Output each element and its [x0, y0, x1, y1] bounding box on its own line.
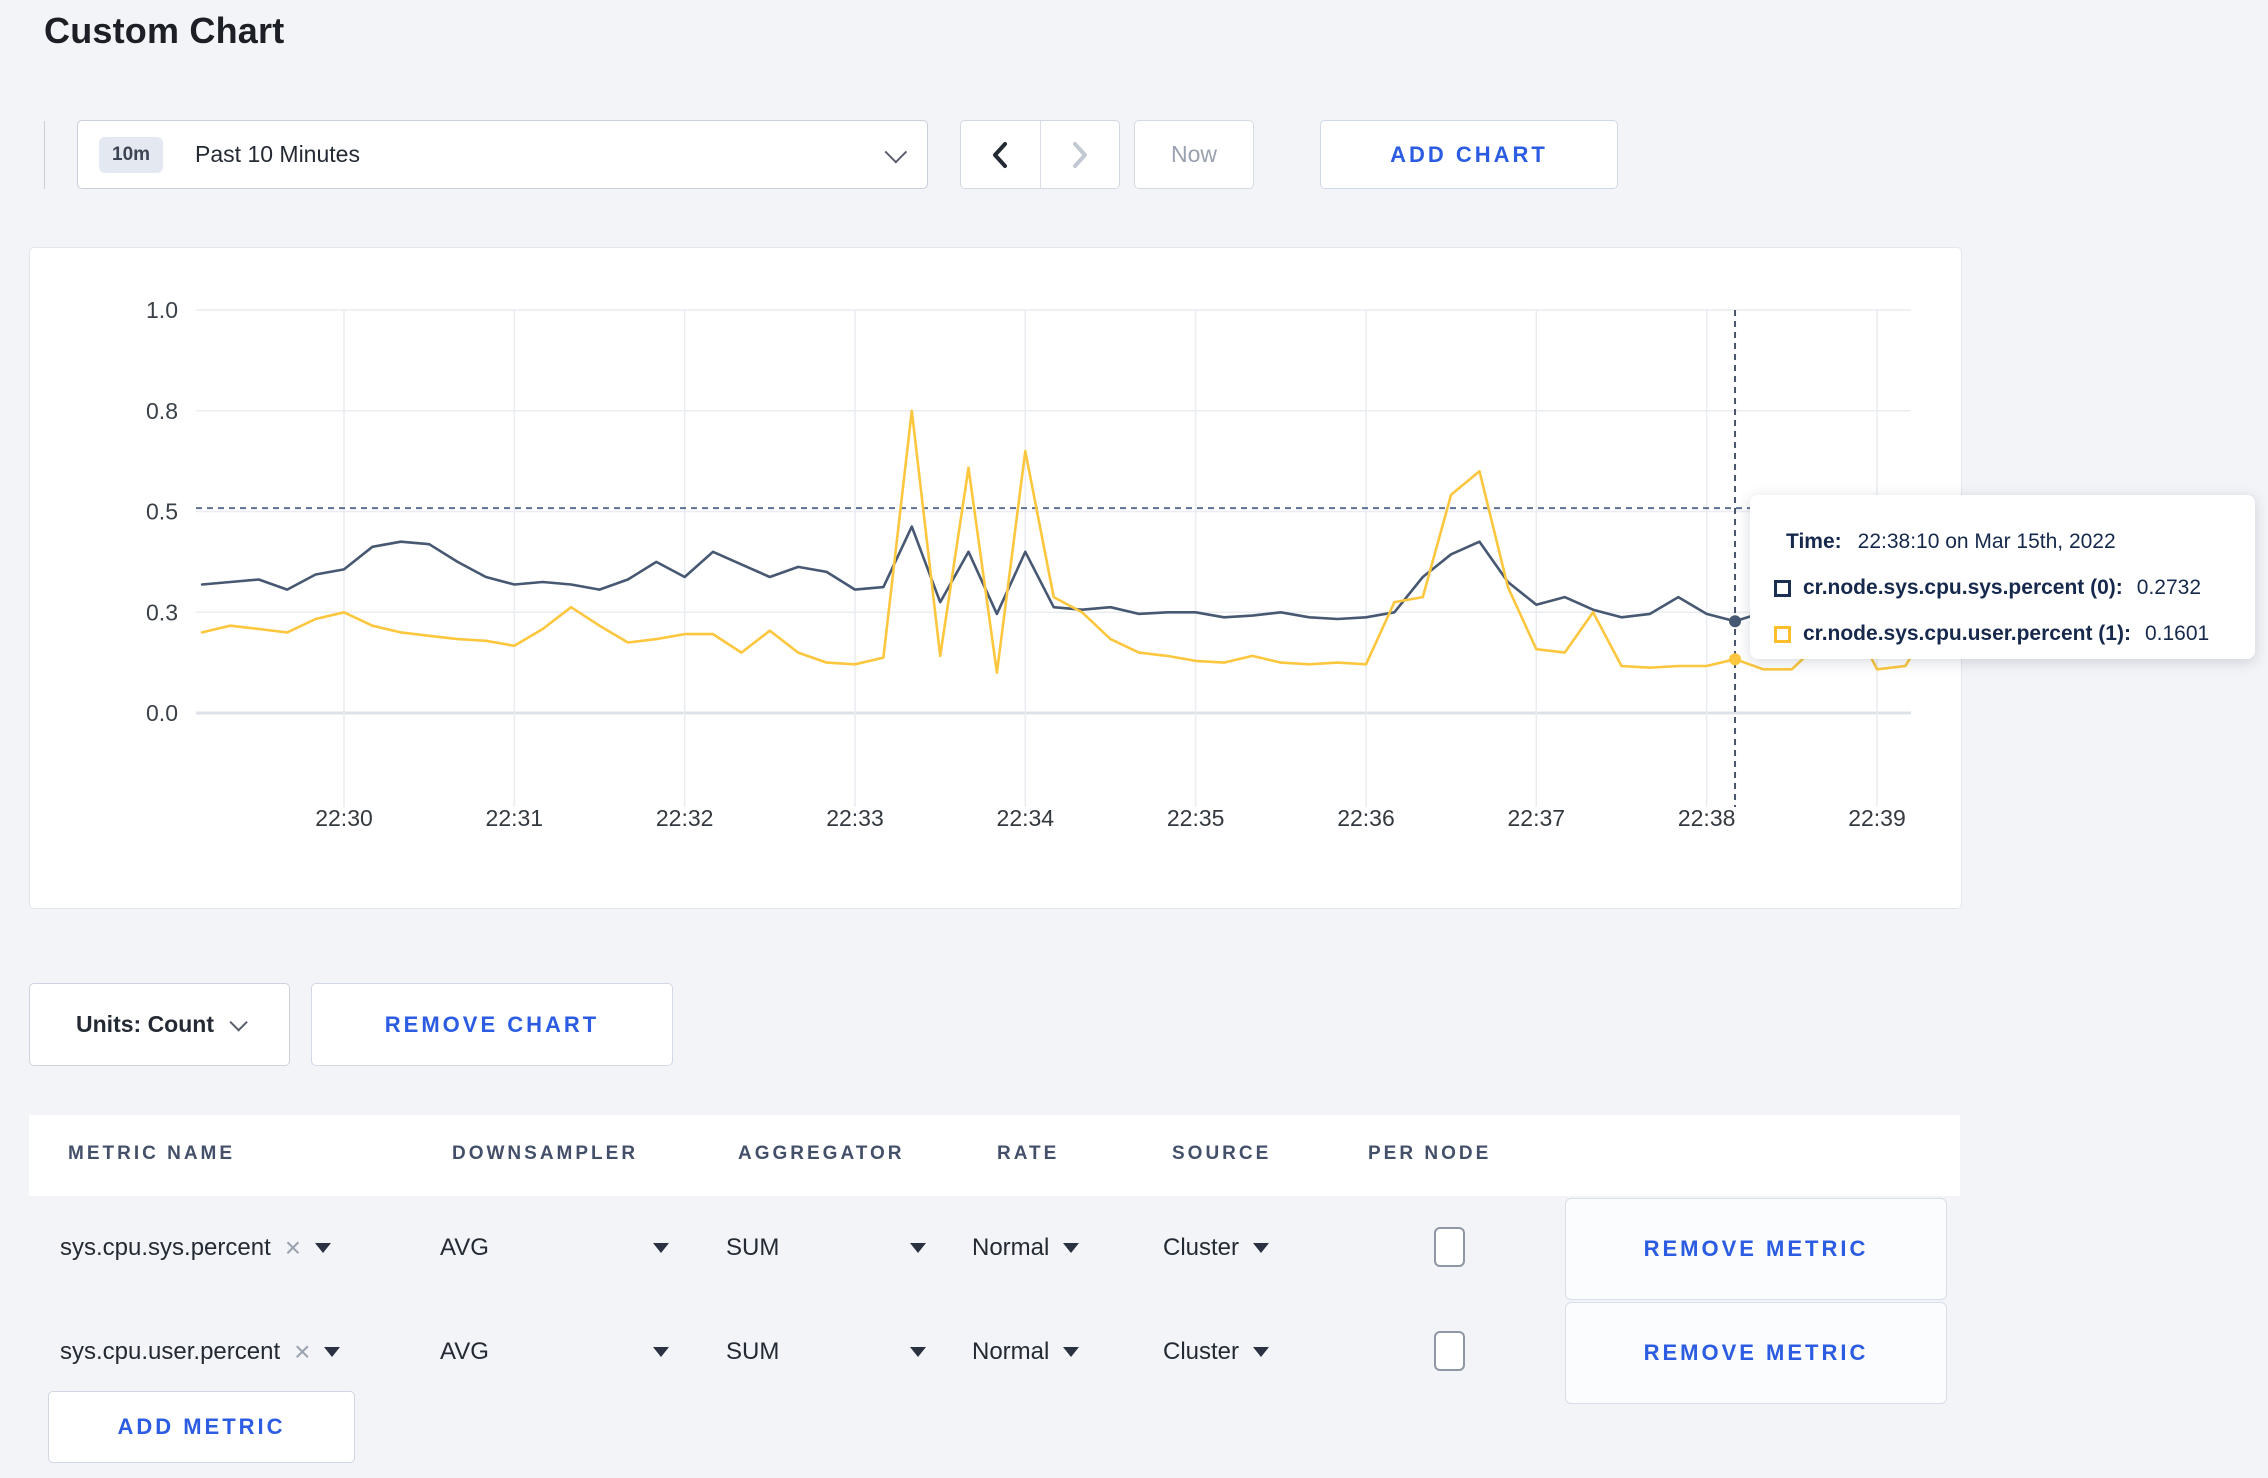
x-axis-tick-label: 22:31: [486, 805, 544, 831]
aggregator-value: SUM: [726, 1234, 780, 1261]
remove-metric-button[interactable]: REMOVE METRIC: [1565, 1198, 1947, 1300]
downsampler-select[interactable]: AVG: [440, 1196, 489, 1300]
caret-down-icon[interactable]: [910, 1347, 926, 1357]
metric-name-value: sys.cpu.user.percent: [60, 1338, 281, 1365]
metrics-table-header: METRIC NAME DOWNSAMPLER AGGREGATOR RATE …: [29, 1115, 1960, 1196]
custom-chart-page: Custom Chart 10m Past 10 Minutes Now ADD…: [0, 0, 2268, 1478]
clear-metric-icon[interactable]: ×: [294, 1338, 310, 1366]
x-axis-tick-label: 22:32: [656, 805, 714, 831]
caret-down-icon: [1063, 1243, 1080, 1253]
tooltip-series-row: cr.node.sys.cpu.sys.percent (0): 0.2732: [1774, 571, 2255, 605]
aggregator-select[interactable]: SUM: [726, 1196, 779, 1300]
col-header-source: SOURCE: [1172, 1143, 1272, 1164]
caret-down-icon: [1253, 1243, 1270, 1253]
series-swatch-icon: [1774, 625, 1791, 643]
source-select[interactable]: Cluster: [1163, 1300, 1270, 1404]
x-axis-tick-label: 22:38: [1678, 805, 1736, 831]
y-axis-tick-label: 0.0: [146, 700, 178, 726]
rate-select[interactable]: Normal: [972, 1196, 1080, 1300]
chart-card: 0.0 0.3 0.5 0.8 1.0 22:30 22:31 22:32 22:33 22:34…: [29, 247, 1962, 909]
chart-tooltip: Time: 22:38:10 on Mar 15th, 2022 cr.node…: [1750, 495, 2255, 659]
chevron-left-icon: [993, 141, 1008, 168]
caret-down-icon[interactable]: [910, 1243, 926, 1253]
now-button[interactable]: Now: [1134, 120, 1254, 189]
time-range-label: Past 10 Minutes: [195, 141, 360, 167]
rate-select[interactable]: Normal: [972, 1300, 1080, 1404]
add-chart-button[interactable]: ADD CHART: [1320, 120, 1618, 189]
time-range-select[interactable]: 10m Past 10 Minutes: [77, 120, 928, 189]
metric-name-select[interactable]: sys.cpu.sys.percent ×: [60, 1196, 332, 1300]
chevron-right-icon: [1072, 141, 1087, 168]
units-label: Units: Count: [76, 1011, 214, 1037]
y-axis-tick-label: 1.0: [146, 297, 178, 323]
metric-row: sys.cpu.sys.percent × AVG SUM Normal Clu…: [29, 1196, 1960, 1300]
add-metric-button[interactable]: ADD METRIC: [48, 1391, 355, 1463]
caret-down-icon: [324, 1347, 341, 1357]
tooltip-time-value: 22:38:10 on Mar 15th, 2022: [1857, 530, 2116, 553]
x-axis-tick-label: 22:33: [826, 805, 884, 831]
rate-value: Normal: [972, 1338, 1050, 1365]
x-axis-tick-label: 22:37: [1508, 805, 1566, 831]
chevron-down-icon: [884, 140, 908, 163]
x-axis-tick-label: 22:39: [1848, 805, 1906, 831]
y-axis-tick-label: 0.8: [146, 398, 178, 424]
source-value: Cluster: [1163, 1234, 1240, 1261]
x-axis-tick-label: 22:30: [315, 805, 373, 831]
aggregator-select[interactable]: SUM: [726, 1300, 779, 1404]
clear-metric-icon[interactable]: ×: [285, 1234, 301, 1262]
time-range-badge: 10m: [99, 136, 164, 173]
col-header-metric-name: METRIC NAME: [68, 1143, 236, 1164]
caret-down-icon[interactable]: [653, 1347, 669, 1357]
caret-down-icon: [1063, 1347, 1080, 1357]
metric-name-value: sys.cpu.sys.percent: [60, 1234, 271, 1261]
col-header-rate: RATE: [997, 1143, 1060, 1164]
tooltip-series-name: cr.node.sys.cpu.user.percent (1):: [1803, 622, 2131, 645]
caret-down-icon[interactable]: [653, 1243, 669, 1253]
time-nav-group: [960, 120, 1120, 189]
metric-name-select[interactable]: sys.cpu.user.percent ×: [60, 1300, 341, 1404]
y-axis-tick-label: 0.5: [146, 499, 178, 525]
series-swatch-icon: [1774, 579, 1791, 597]
source-value: Cluster: [1163, 1338, 1240, 1365]
crosshair-point: [1729, 615, 1742, 628]
page-title: Custom Chart: [44, 10, 285, 51]
rate-value: Normal: [972, 1234, 1050, 1261]
remove-metric-label: REMOVE METRIC: [1643, 1236, 1869, 1261]
tooltip-time-label: Time:: [1786, 530, 1842, 553]
downsampler-value: AVG: [440, 1338, 489, 1365]
series-line: [200, 525, 1911, 623]
chevron-down-icon: [229, 1013, 248, 1032]
downsampler-select[interactable]: AVG: [440, 1300, 489, 1404]
cpu-usage-chart[interactable]: 0.0 0.3 0.5 0.8 1.0 22:30 22:31 22:32 22:33 22:34…: [30, 248, 1961, 908]
tooltip-series-name: cr.node.sys.cpu.sys.percent (0):: [1803, 576, 2123, 599]
downsampler-value: AVG: [440, 1234, 489, 1261]
remove-metric-button[interactable]: REMOVE METRIC: [1565, 1302, 1947, 1404]
col-header-per-node: PER NODE: [1368, 1143, 1492, 1164]
prev-range-button[interactable]: [961, 121, 1040, 188]
units-select[interactable]: Units: Count: [29, 983, 290, 1066]
series-line: [200, 409, 1911, 675]
tooltip-series-row: cr.node.sys.cpu.user.percent (1): 0.1601: [1774, 617, 2255, 651]
tooltip-time-row: Time: 22:38:10 on Mar 15th, 2022: [1774, 525, 2255, 559]
caret-down-icon: [315, 1243, 332, 1253]
per-node-checkbox[interactable]: [1434, 1331, 1465, 1371]
tooltip-series-value: 0.2732: [2136, 576, 2202, 599]
crosshair-point: [1729, 653, 1742, 666]
source-select[interactable]: Cluster: [1163, 1196, 1270, 1300]
next-range-button[interactable]: [1039, 121, 1120, 188]
y-axis-tick-label: 0.3: [146, 599, 178, 625]
tooltip-series-value: 0.1601: [2144, 622, 2210, 645]
remove-metric-label: REMOVE METRIC: [1643, 1340, 1869, 1365]
col-header-aggregator: AGGREGATOR: [738, 1143, 905, 1164]
x-axis-tick-label: 22:35: [1167, 805, 1225, 831]
aggregator-value: SUM: [726, 1338, 780, 1365]
per-node-checkbox[interactable]: [1434, 1227, 1465, 1267]
metric-row: sys.cpu.user.percent × AVG SUM Normal Cl…: [29, 1300, 1960, 1404]
col-header-downsampler: DOWNSAMPLER: [452, 1143, 639, 1164]
x-axis-tick-label: 22:34: [997, 805, 1055, 831]
caret-down-icon: [1253, 1347, 1270, 1357]
toolbar-divider: [44, 121, 45, 189]
x-axis-tick-label: 22:36: [1337, 805, 1395, 831]
remove-chart-button[interactable]: REMOVE CHART: [311, 983, 673, 1066]
